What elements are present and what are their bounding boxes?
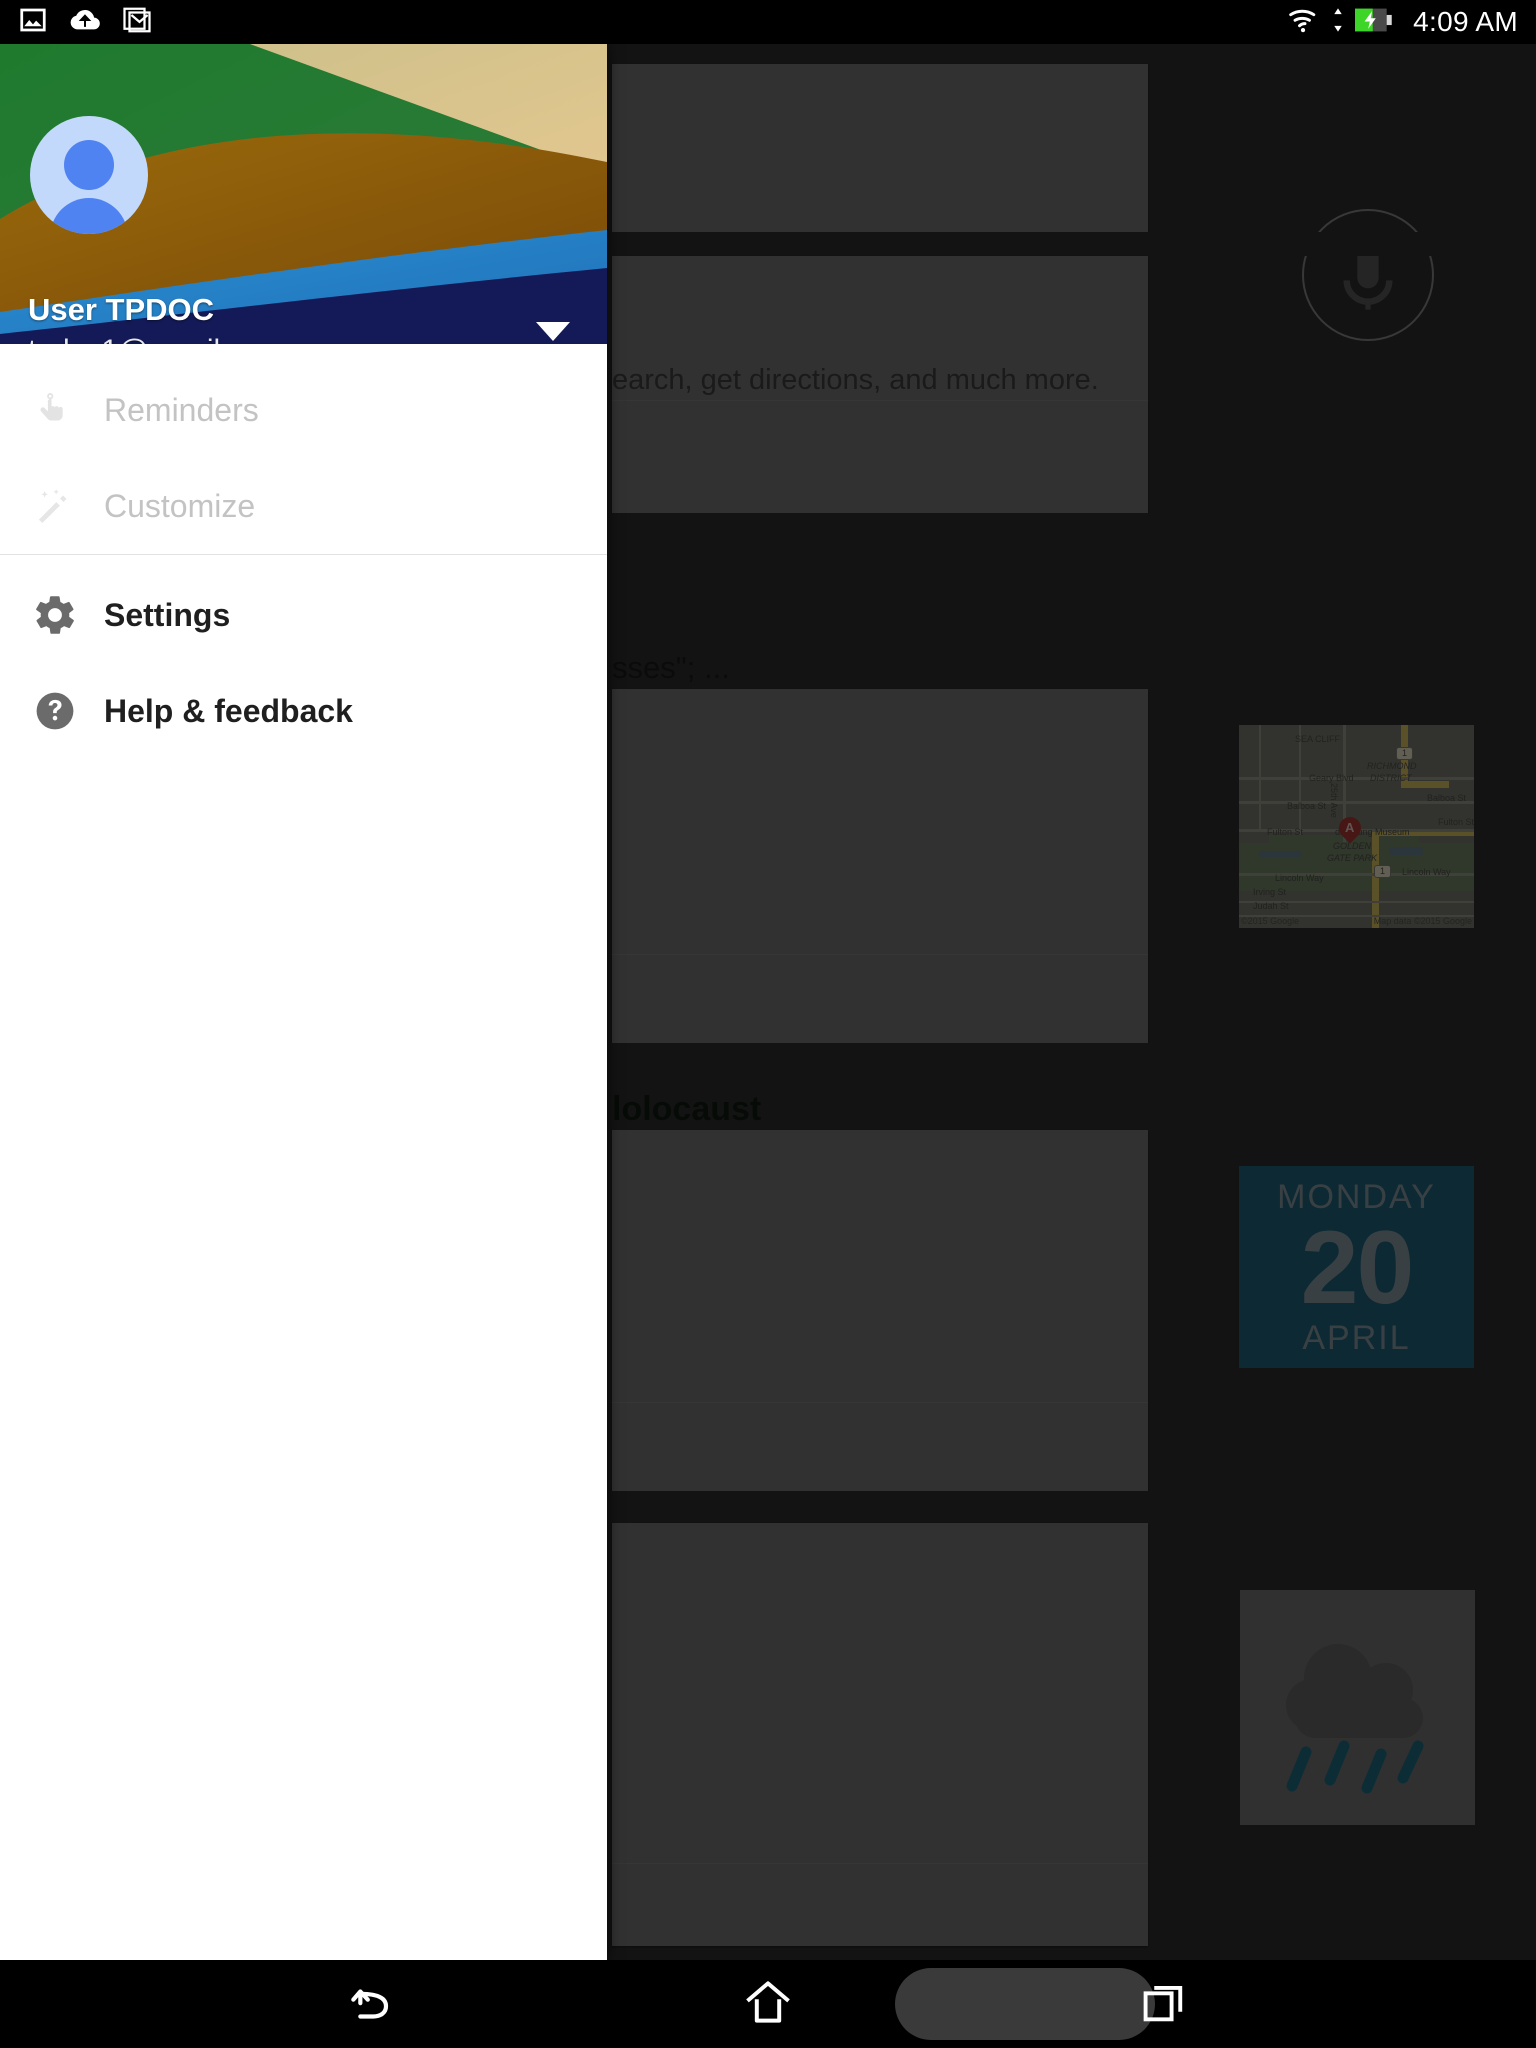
recents-highlight-pill bbox=[895, 1968, 1155, 2040]
battery-charging-icon bbox=[1355, 7, 1393, 38]
android-screen: earch, get directions, and much more. ss… bbox=[0, 0, 1536, 2048]
account-email: tpdoc1@gmail.com bbox=[28, 334, 285, 344]
gmail-icon bbox=[122, 5, 152, 40]
avatar[interactable] bbox=[30, 116, 148, 234]
nav-back-button[interactable] bbox=[244, 1960, 500, 2048]
drawer-item-label: Reminders bbox=[104, 391, 259, 428]
cloud-upload-icon bbox=[70, 5, 100, 40]
home-icon bbox=[740, 1974, 796, 2035]
drawer-item-reminders[interactable]: Reminders bbox=[0, 362, 607, 458]
drawer-menu-list: Reminders Customize Settings Help & feed… bbox=[0, 344, 607, 759]
wifi-icon bbox=[1287, 6, 1321, 39]
drawer-item-settings[interactable]: Settings bbox=[0, 567, 607, 663]
drawer-item-customize[interactable]: Customize bbox=[0, 458, 607, 554]
back-arrow-icon bbox=[344, 1974, 400, 2035]
drawer-item-label: Customize bbox=[104, 487, 256, 524]
magic-wand-icon bbox=[32, 483, 104, 529]
status-bar[interactable]: 4:09 AM bbox=[0, 0, 1536, 44]
drawer-item-label: Help & feedback bbox=[104, 692, 353, 729]
avatar-body bbox=[50, 198, 128, 234]
system-navigation-bar bbox=[0, 1960, 1536, 2048]
drawer-item-help-feedback[interactable]: Help & feedback bbox=[0, 663, 607, 759]
screenshot-icon bbox=[18, 5, 48, 40]
drawer-item-label: Settings bbox=[104, 596, 231, 633]
chevron-down-icon[interactable] bbox=[536, 322, 570, 341]
avatar-head bbox=[64, 140, 114, 190]
navigation-drawer: User TPDOC tpdoc1@gmail.com Reminders bbox=[0, 44, 607, 1960]
status-bar-clock: 4:09 AM bbox=[1413, 6, 1518, 37]
drawer-account-header[interactable]: User TPDOC tpdoc1@gmail.com bbox=[0, 44, 607, 344]
data-transfer-icon bbox=[1331, 6, 1345, 39]
reminders-finger-string-icon bbox=[32, 387, 104, 433]
account-name: User TPDOC bbox=[28, 292, 215, 327]
nav-home-button[interactable] bbox=[640, 1960, 896, 2048]
question-circle-icon bbox=[32, 688, 104, 734]
gear-icon bbox=[32, 592, 104, 638]
recents-squares-icon bbox=[1138, 1976, 1190, 2033]
